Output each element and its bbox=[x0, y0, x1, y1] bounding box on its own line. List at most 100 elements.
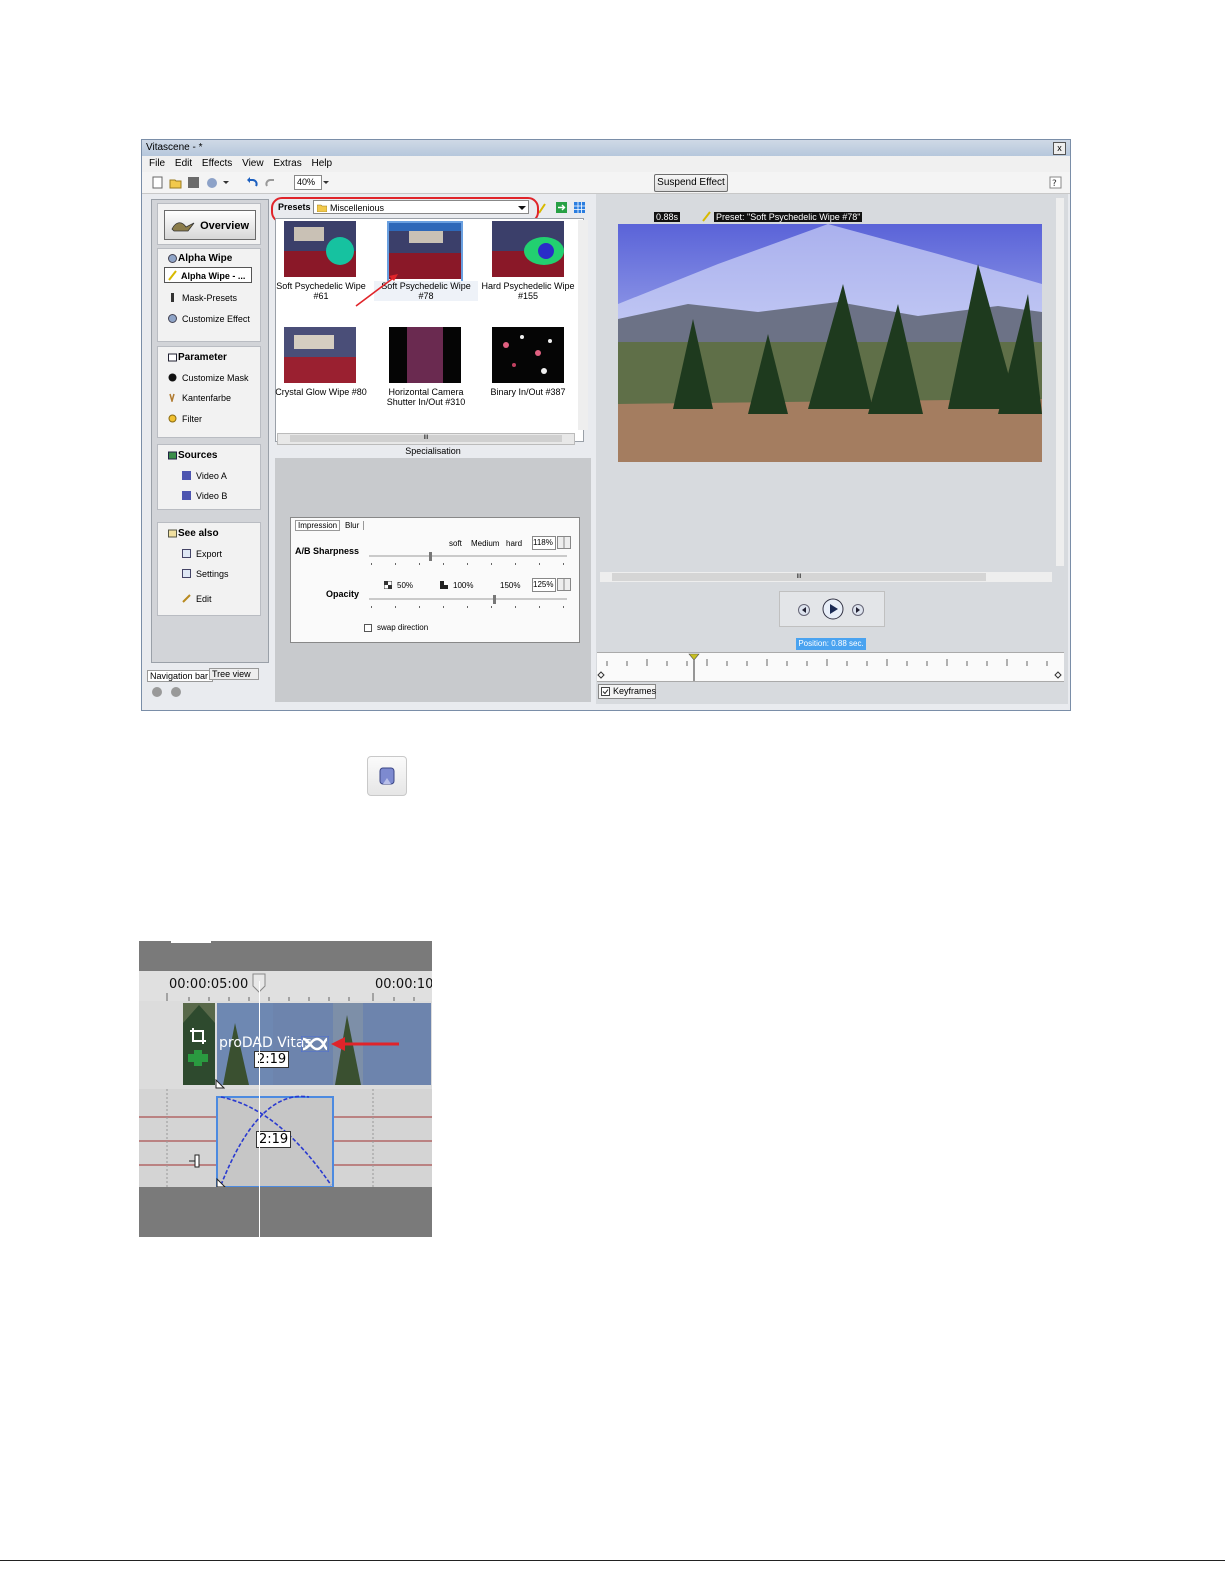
render-icon[interactable] bbox=[206, 176, 219, 189]
import-arrow-icon[interactable] bbox=[556, 202, 567, 213]
menu-effects[interactable]: Effects bbox=[202, 158, 232, 169]
vitascene-window: Vitascene - * x File Edit Effects View E… bbox=[141, 139, 1071, 711]
edit-pencil-icon bbox=[182, 594, 191, 603]
sharpness-slider[interactable] bbox=[369, 552, 569, 566]
sources-image-icon bbox=[168, 451, 177, 460]
see-also-heading: See also bbox=[178, 528, 219, 539]
preset-item[interactable] bbox=[389, 327, 461, 386]
preview-horizontal-scrollbar[interactable]: III bbox=[600, 572, 1052, 582]
preview-scroll-thumb[interactable]: III bbox=[612, 573, 986, 581]
grid-view-icon[interactable] bbox=[574, 202, 585, 213]
redo-icon[interactable] bbox=[264, 176, 277, 189]
preset-thumbnail bbox=[389, 327, 461, 383]
transition-icon[interactable] bbox=[301, 1036, 329, 1052]
preset-item[interactable] bbox=[284, 327, 356, 386]
nav-item-export[interactable]: Export bbox=[196, 549, 222, 559]
nav-item-mask-presets[interactable]: Mask-Presets bbox=[182, 293, 237, 303]
overview-button[interactable]: Overview bbox=[164, 210, 256, 240]
soft-label: soft bbox=[449, 539, 462, 548]
suspend-effect-button[interactable]: Suspend Effect bbox=[654, 174, 728, 192]
opacity-slider[interactable] bbox=[369, 595, 569, 609]
presets-vertical-scrollbar[interactable] bbox=[578, 220, 588, 430]
zoom-select[interactable]: 40% bbox=[294, 175, 322, 190]
medium-label: Medium bbox=[471, 539, 500, 548]
swap-direction-checkbox[interactable] bbox=[364, 624, 372, 632]
nav-item-edit[interactable]: Edit bbox=[196, 594, 212, 604]
nav-item-kantenfarbe[interactable]: Kantenfarbe bbox=[182, 393, 231, 403]
preview-time: 0.88s bbox=[654, 212, 681, 222]
opacity-100-label: 100% bbox=[453, 581, 474, 590]
red-pointer-arrow bbox=[355, 274, 398, 307]
nav-item-video-a[interactable]: Video A bbox=[196, 471, 227, 481]
sharpness-value-field[interactable]: 118% bbox=[532, 536, 556, 550]
preset-item[interactable] bbox=[492, 327, 564, 386]
preview-preset-caption: Preset: "Soft Psychedelic Wipe #78" bbox=[714, 212, 863, 222]
customize-effect-icon bbox=[168, 314, 177, 323]
preset-item[interactable] bbox=[284, 221, 356, 280]
nav-item-settings[interactable]: Settings bbox=[196, 569, 229, 579]
timeline-ruler[interactable] bbox=[597, 652, 1064, 682]
presets-horizontal-scrollbar[interactable]: III bbox=[277, 433, 575, 445]
opacity-value-field[interactable]: 125% bbox=[532, 578, 556, 592]
host-timeline: 00:00:05:00 00:00:10: proDAD Vitas 2:19 bbox=[139, 941, 432, 1237]
vitascene-plugin-icon[interactable] bbox=[367, 756, 407, 796]
open-folder-icon[interactable] bbox=[169, 176, 182, 189]
menu-help[interactable]: Help bbox=[312, 158, 333, 169]
status-dots-icon bbox=[152, 687, 181, 697]
mask-presets-icon bbox=[171, 293, 174, 302]
undo-icon[interactable] bbox=[246, 176, 259, 189]
video-b-icon bbox=[182, 491, 191, 500]
scroll-thumb[interactable]: III bbox=[290, 435, 562, 442]
menu-edit[interactable]: Edit bbox=[175, 158, 192, 169]
tab-impression[interactable]: Impression bbox=[295, 520, 341, 531]
brush-icon bbox=[169, 393, 175, 402]
new-file-icon[interactable] bbox=[151, 176, 164, 189]
close-button[interactable]: x bbox=[1053, 142, 1066, 155]
play-icon[interactable] bbox=[822, 598, 844, 620]
nav-item-customize-effect[interactable]: Customize Effect bbox=[182, 314, 250, 324]
customize-mask-icon bbox=[168, 373, 177, 382]
position-label: Position: 0.88 sec. bbox=[796, 638, 866, 650]
svg-text:?: ? bbox=[1052, 179, 1057, 189]
keyframes-checkbox bbox=[601, 687, 610, 696]
tab-navigation-bar[interactable]: Navigation bar bbox=[147, 670, 213, 682]
timeline-timecode-ruler[interactable]: 00:00:05:00 00:00:10: bbox=[139, 971, 432, 1001]
settings-icon bbox=[182, 569, 191, 578]
save-icon[interactable] bbox=[187, 176, 200, 189]
video-track: proDAD Vitas 2:19 bbox=[139, 1001, 432, 1089]
tab-blur[interactable]: Blur bbox=[341, 521, 365, 530]
preset-thumbnail bbox=[492, 221, 564, 277]
preset-item[interactable] bbox=[492, 221, 564, 280]
menu-view[interactable]: View bbox=[242, 158, 264, 169]
nav-item-filter[interactable]: Filter bbox=[182, 414, 202, 424]
opacity-spinner-icon[interactable] bbox=[557, 578, 571, 591]
preset-thumbnail bbox=[492, 327, 564, 383]
crop-icon[interactable] bbox=[189, 1027, 207, 1045]
tab-tree-view[interactable]: Tree view bbox=[209, 668, 259, 680]
sharpness-spinner-icon[interactable] bbox=[557, 536, 571, 549]
opacity-50-label: 50% bbox=[397, 581, 414, 590]
step-back-icon[interactable] bbox=[798, 604, 810, 616]
nav-item-customize-mask[interactable]: Customize Mask bbox=[182, 373, 249, 383]
gear-icon bbox=[168, 254, 177, 263]
step-forward-icon[interactable] bbox=[852, 604, 864, 616]
help-icon[interactable]: ? bbox=[1049, 176, 1062, 189]
navigation-bar: Overview Alpha Wipe Alpha Wipe - ... Mas… bbox=[151, 199, 269, 663]
preview-vertical-scrollbar[interactable] bbox=[1056, 198, 1064, 566]
menu-extras[interactable]: Extras bbox=[273, 158, 301, 169]
alpha-wipe-group: Alpha Wipe Alpha Wipe - ... Mask-Presets… bbox=[157, 248, 261, 342]
ruler-ticks bbox=[597, 653, 1062, 681]
page-bottom-rule bbox=[0, 1560, 1225, 1561]
preset-label: Binary In/Out #387 bbox=[490, 387, 566, 397]
fx-plugin-icon[interactable] bbox=[187, 1049, 209, 1067]
preset-label: Crystal Glow Wipe #80 bbox=[275, 387, 367, 397]
keyframes-toggle[interactable]: Keyframes bbox=[598, 684, 656, 699]
ab-sharpness-label: A/B Sharpness bbox=[295, 546, 360, 556]
nav-item-video-b[interactable]: Video B bbox=[196, 491, 227, 501]
menu-file[interactable]: File bbox=[149, 158, 165, 169]
window-title: Vitascene - * bbox=[142, 140, 1070, 156]
preset-thumbnail bbox=[284, 221, 356, 277]
zoom-chevron-down-icon[interactable] bbox=[322, 176, 330, 189]
alpha-wipe-button[interactable]: Alpha Wipe - ... bbox=[164, 267, 252, 283]
chevron-down-icon[interactable] bbox=[222, 176, 230, 189]
